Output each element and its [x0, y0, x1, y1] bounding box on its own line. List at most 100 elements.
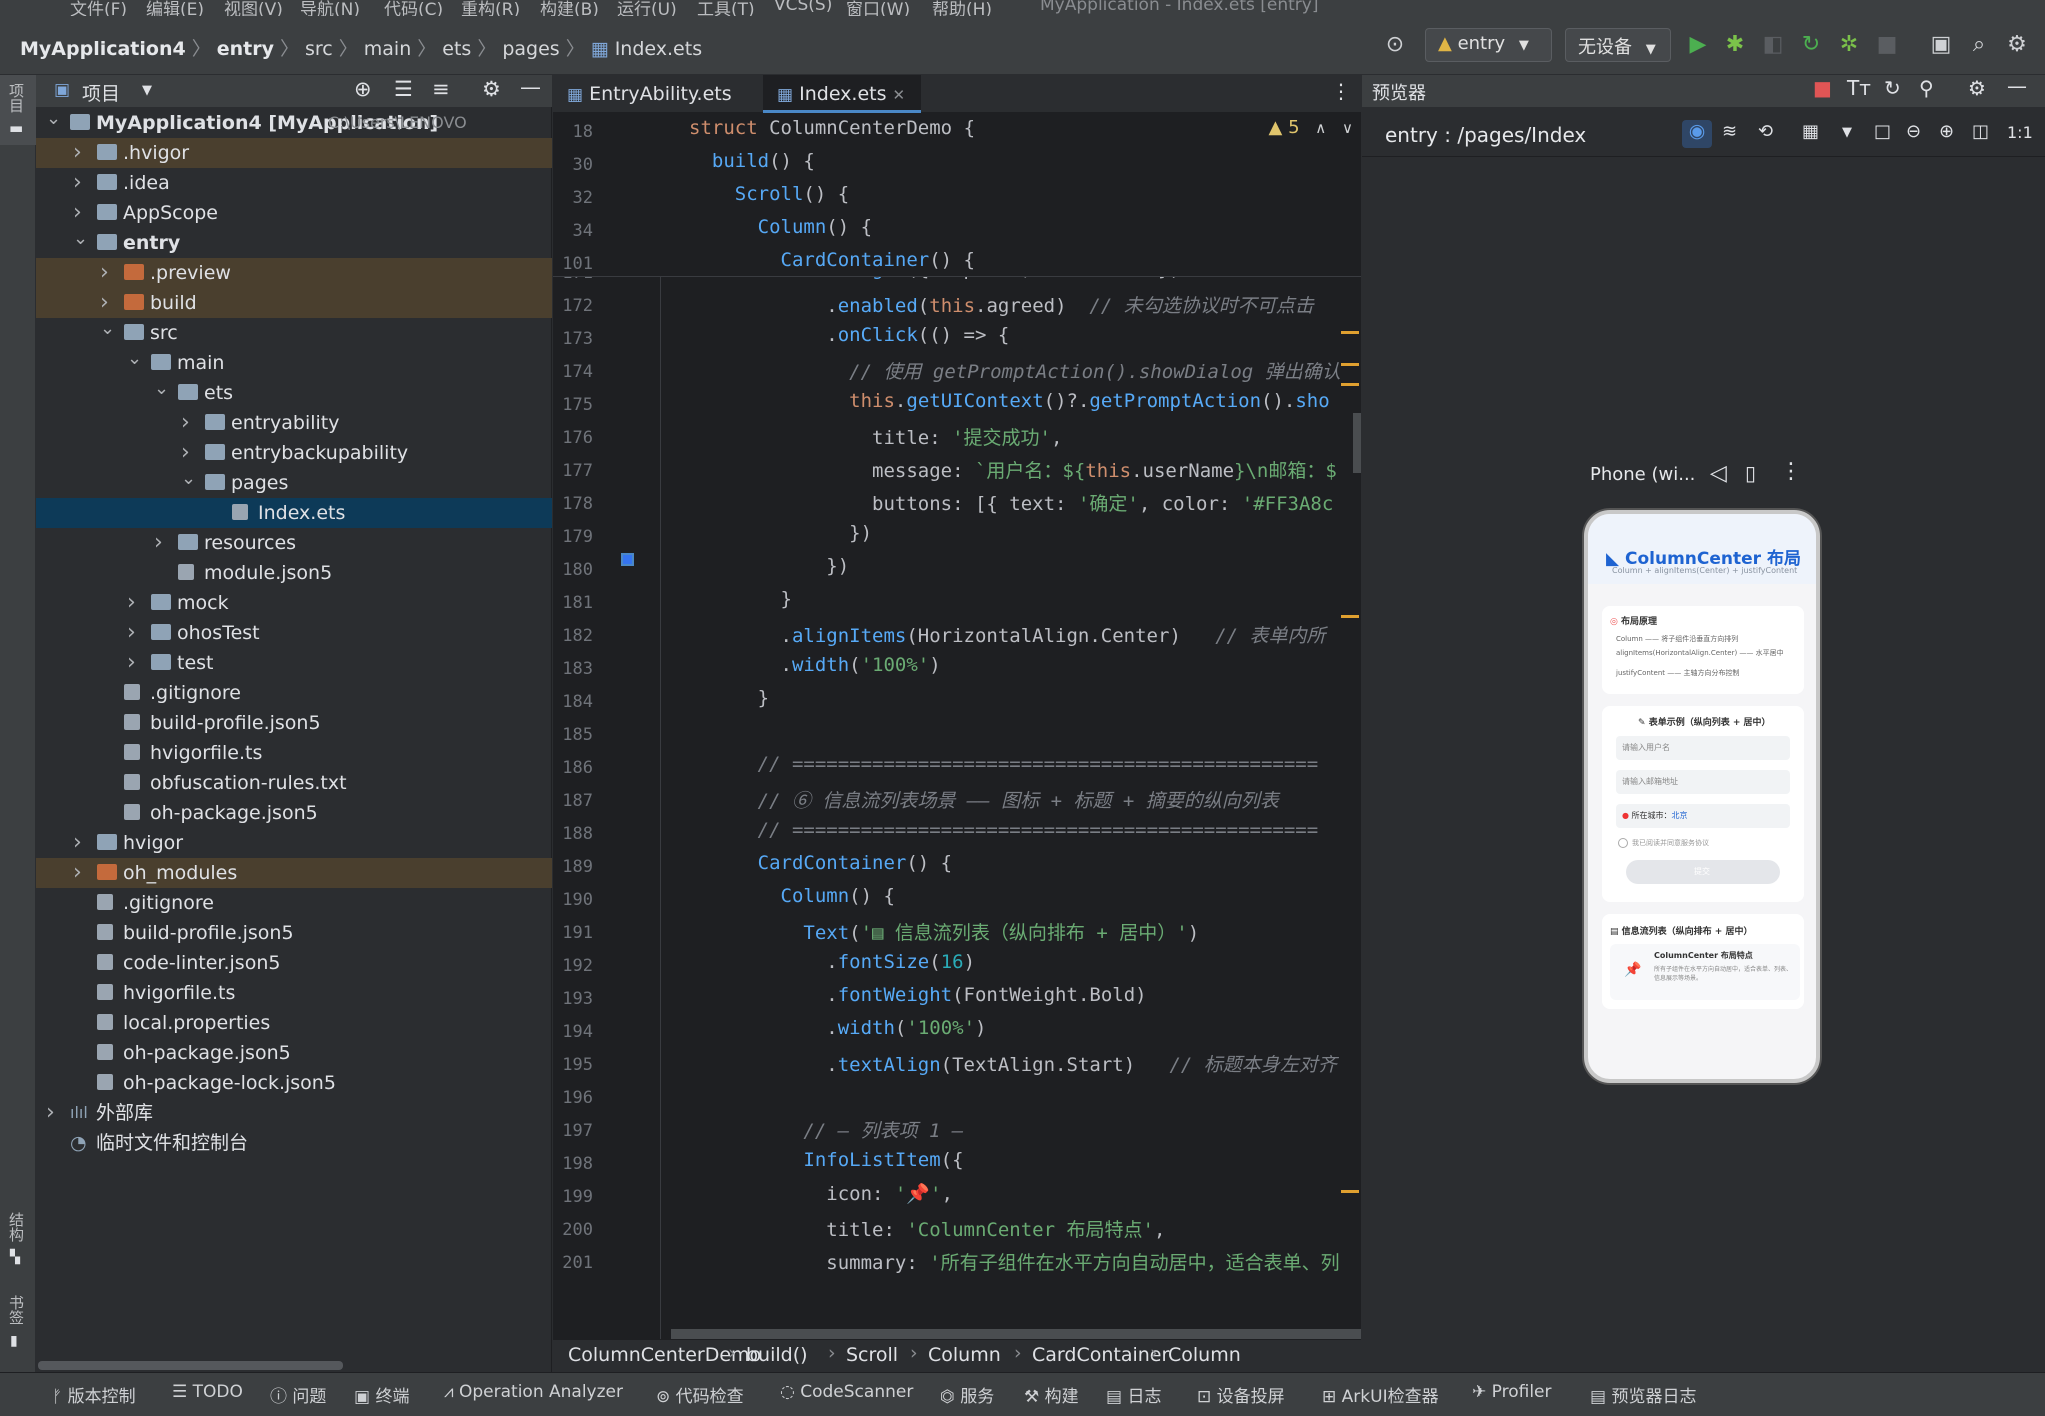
warning-stripe[interactable] [1341, 1190, 1359, 1193]
code-line[interactable]: .width('100%') [689, 654, 941, 676]
chevron-right-icon[interactable]: › [73, 858, 87, 888]
chevron-down-icon[interactable]: ⌄ [100, 314, 115, 344]
rotate-device-icon[interactable]: ▯ [1745, 461, 1756, 485]
zoom-out-icon[interactable]: ⊖ [1906, 121, 1921, 142]
device-dropdown[interactable]: 无设备 ▼ [1565, 28, 1671, 62]
tree-item[interactable]: hvigorfile.ts [36, 978, 552, 1008]
tab-index[interactable]: ▦ Index.ets ✕ [763, 75, 921, 113]
gear-icon[interactable]: ⚙ [1968, 76, 1986, 100]
tree-item[interactable]: › ılıl 外部库 [36, 1098, 552, 1128]
device-manager-icon[interactable]: ▣ [1928, 32, 1954, 58]
breakpoint-marker[interactable] [621, 553, 634, 566]
code-line[interactable]: .textAlign(TextAlign.Start) // 标题本身左对齐 [689, 1050, 1337, 1077]
warning-stripe[interactable] [1341, 383, 1359, 386]
tree-item[interactable]: › hvigor [36, 828, 552, 858]
line-number[interactable]: 34 [553, 221, 593, 241]
tree-item[interactable]: local.properties [36, 1008, 552, 1038]
chevron-right-icon[interactable]: › [100, 258, 114, 288]
rotate-icon[interactable]: ⟲ [1758, 121, 1773, 142]
layers-icon[interactable]: ≋ [1722, 121, 1737, 142]
tree-item[interactable]: build-profile.json5 [36, 918, 552, 948]
code-line[interactable]: CardContainer() { [689, 852, 952, 874]
tree-item[interactable]: › .hvigor [36, 138, 552, 168]
breadcrumb-part[interactable]: main [364, 38, 411, 60]
code-line[interactable]: // — 列表项 1 — [689, 1116, 963, 1143]
tab-entryability[interactable]: ▦ EntryAbility.ets ✕ [553, 75, 758, 143]
tool-window-7[interactable]: ⏣ 服务 [940, 1382, 994, 1407]
breadcrumb-item[interactable]: Column [928, 1344, 1001, 1366]
warning-stripe[interactable] [1341, 615, 1359, 618]
code-line[interactable]: this.getUIContext()?.getPromptAction().s… [689, 390, 1330, 412]
line-number[interactable]: 32 [553, 188, 593, 208]
menu-item[interactable]: 导航(N) [300, 0, 360, 16]
profile-icon[interactable]: ✲ [1836, 32, 1862, 58]
chevron-right-icon[interactable]: › [46, 1098, 60, 1128]
code-line[interactable]: .alignItems(HorizontalAlign.Center) // 表… [689, 621, 1326, 648]
breadcrumb-part[interactable]: pages [502, 38, 559, 60]
code-line[interactable]: // 使用 getPromptAction().showDialog 弹出确认 [689, 357, 1341, 384]
code-line[interactable]: Text('▤ 信息流列表（纵向排布 + 居中）') [689, 918, 1199, 945]
collapse-all-icon[interactable]: ≡ [432, 77, 450, 101]
code-line[interactable]: title: '提交成功', [689, 423, 1062, 450]
line-number[interactable]: 175 [553, 395, 593, 415]
breadcrumb-item[interactable]: Scroll [846, 1344, 898, 1366]
tree-item[interactable]: ⌄ ets [36, 378, 552, 408]
tree-item[interactable]: ◔ 临时文件和控制台 [36, 1128, 552, 1158]
tree-item[interactable]: › AppScope [36, 198, 552, 228]
project-tool-tab[interactable]: 项目 ▬ [0, 75, 36, 145]
line-number[interactable]: 184 [553, 692, 593, 712]
stop-preview-icon[interactable]: ■ [1813, 76, 1832, 100]
eye-icon[interactable]: ◉ [1682, 120, 1712, 148]
chevron-down-icon[interactable]: ⌄ [73, 224, 88, 254]
code-line[interactable]: build() { [689, 150, 815, 172]
code-line[interactable]: }) [689, 522, 872, 544]
gear-icon[interactable]: ⚙ [482, 77, 501, 101]
line-number[interactable]: 192 [553, 956, 593, 976]
tree-item[interactable]: ⌄ entry [36, 228, 552, 258]
warning-stripe[interactable] [1341, 363, 1359, 366]
expand-all-icon[interactable]: ☰ [394, 77, 413, 101]
rerun-icon[interactable]: ↻ [1798, 32, 1824, 58]
menu-item[interactable]: 编辑(E) [146, 0, 204, 16]
code-line[interactable]: buttons: [{ text: '确定', color: '#FF3A8c [689, 489, 1333, 516]
code-line[interactable]: Column() { [689, 216, 872, 238]
tool-window-4[interactable]: ⩘ Operation Analyzer [444, 1382, 623, 1402]
code-line[interactable]: // ⑥ 信息流列表场景 —— 图标 + 标题 + 摘要的纵向列表 [689, 786, 1279, 813]
menu-item[interactable]: VCS(S) [774, 0, 832, 15]
tree-item[interactable]: › .preview [36, 258, 552, 288]
more-icon[interactable]: ⋮ [1780, 459, 1802, 484]
code-line[interactable]: .enabled(this.agreed) // 未勾选协议时不可点击 [689, 291, 1313, 318]
tool-window-13[interactable]: ▤ 预览器日志 [1590, 1382, 1696, 1407]
line-number[interactable]: 172 [553, 296, 593, 316]
chevron-down-icon[interactable]: ⌄ [181, 464, 196, 494]
chevron-down-icon[interactable]: ∨ [1342, 119, 1353, 137]
phone-preview[interactable]: ◣ ColumnCenter 布局 Column + alignItems(Ce… [1584, 510, 1820, 1083]
line-number[interactable]: 185 [553, 725, 593, 745]
tree-item[interactable]: build-profile.json5 [36, 708, 552, 738]
tree-item[interactable]: ⌄ main [36, 348, 552, 378]
tree-item[interactable]: code-linter.json5 [36, 948, 552, 978]
menu-item[interactable]: 窗口(W) [846, 0, 910, 16]
line-number[interactable]: 177 [553, 461, 593, 481]
line-number[interactable]: 190 [553, 890, 593, 910]
tree-item[interactable]: › oh_modules [36, 858, 552, 888]
code-line[interactable]: // =====================================… [689, 753, 1319, 775]
chevron-down-icon[interactable]: ▼ [1842, 125, 1852, 140]
frame-icon[interactable]: □ [1874, 121, 1891, 142]
line-number[interactable]: 197 [553, 1121, 593, 1141]
preview-route[interactable]: entry : /pages/Index [1385, 123, 1586, 147]
chevron-right-icon[interactable]: › [73, 168, 87, 198]
tree-item[interactable]: module.json5 [36, 558, 552, 588]
chevron-right-icon[interactable]: › [73, 138, 87, 168]
agree-checkbox[interactable] [1618, 838, 1628, 848]
code-line[interactable]: .onClick(() => { [689, 324, 1009, 346]
breadcrumb-file[interactable]: Index.ets [615, 38, 702, 60]
code-line[interactable]: CardContainer() { [689, 249, 975, 271]
menu-item[interactable]: 运行(U) [617, 0, 677, 16]
menu-item[interactable]: 重构(R) [461, 0, 520, 16]
line-number[interactable]: 183 [553, 659, 593, 679]
font-size-icon[interactable]: Tт [1847, 76, 1871, 100]
line-number[interactable]: 198 [553, 1154, 593, 1174]
search-icon[interactable]: ⌕ [1966, 32, 1992, 58]
line-number[interactable]: 201 [553, 1253, 593, 1273]
